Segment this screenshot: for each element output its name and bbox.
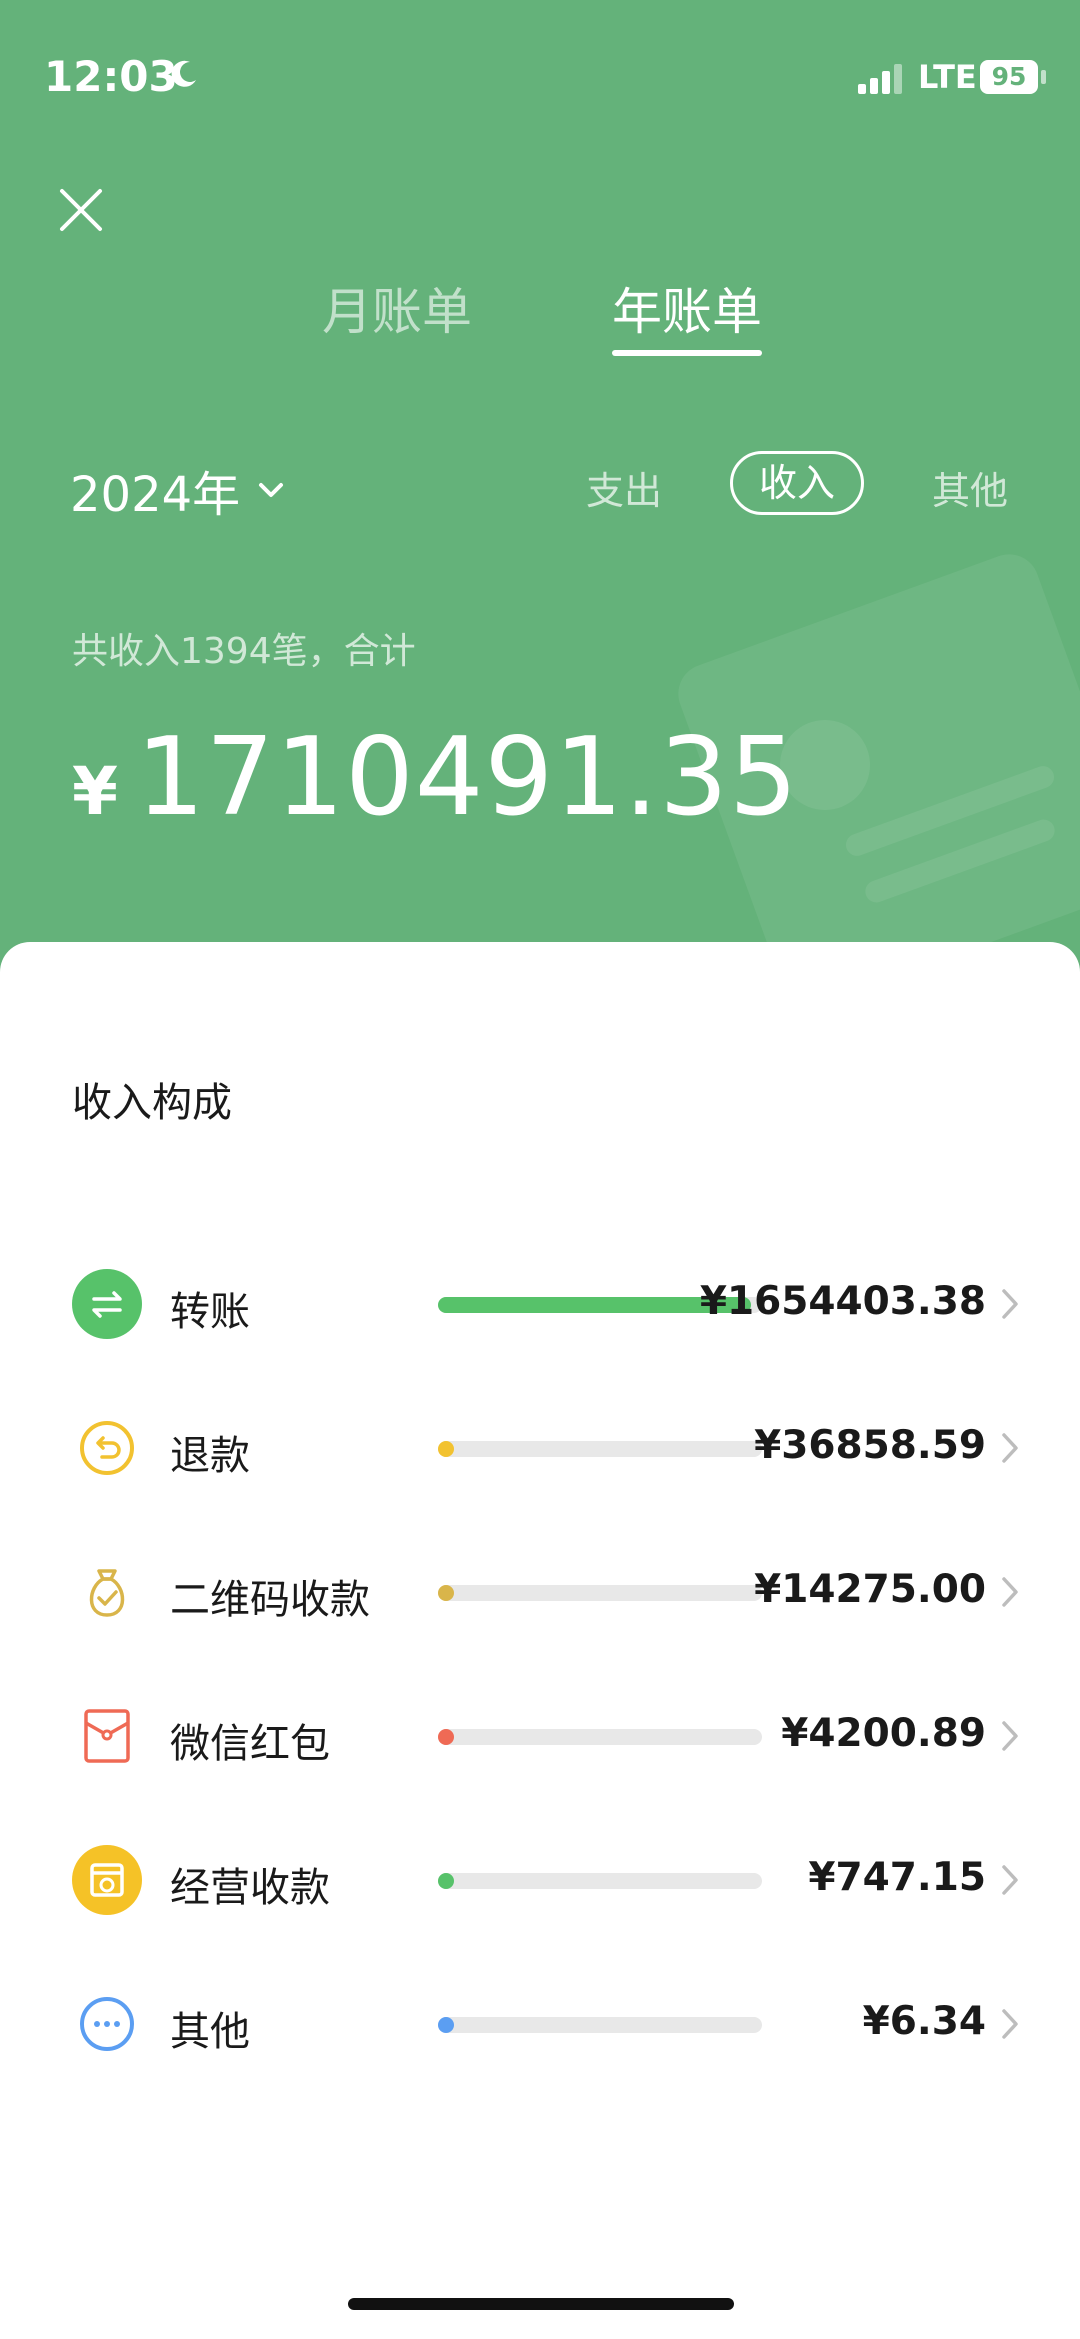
close-icon[interactable] (56, 185, 106, 235)
store-icon (72, 1845, 142, 1915)
home-indicator (348, 2298, 734, 2310)
year-picker[interactable]: 2024年 (70, 455, 286, 525)
item-amount: ¥6.34 (862, 1999, 986, 2044)
tab-monthly-bill[interactable]: 月账单 (322, 272, 472, 344)
progress-track (438, 1441, 762, 1457)
chevron-right-icon (1002, 2009, 1018, 2039)
section-title: 收入构成 (72, 1080, 232, 1126)
progress-track (438, 1729, 762, 1745)
progress-fill (438, 1729, 454, 1745)
tab-yearly-bill[interactable]: 年账单 (612, 272, 762, 344)
item-label: 二维码收款 (170, 1577, 370, 1623)
progress-track (438, 2017, 762, 2033)
active-tab-indicator (612, 350, 762, 356)
list-item-other[interactable]: 其他 ¥6.34 (0, 1969, 1080, 2079)
item-amount: ¥36858.59 (754, 1423, 986, 1468)
item-label: 其他 (170, 2009, 250, 2055)
chevron-down-icon (259, 483, 284, 497)
item-label: 经营收款 (170, 1865, 330, 1911)
status-bar: 12:03 LTE 95 (0, 0, 1080, 130)
list-item-qr-code-payment[interactable]: 二维码收款 ¥14275.00 (0, 1537, 1080, 1647)
progress-track (438, 1873, 762, 1889)
chevron-right-icon (1002, 1577, 1018, 1607)
progress-fill (438, 1873, 454, 1889)
item-amount: ¥4200.89 (781, 1711, 986, 1756)
progress-track (438, 1585, 762, 1601)
chevron-right-icon (1002, 1721, 1018, 1751)
item-label: 转账 (170, 1289, 250, 1335)
income-summary-text: 共收入1394笔，合计 (72, 631, 416, 672)
status-time: 12:03 (44, 52, 178, 101)
item-amount: ¥14275.00 (754, 1567, 986, 1612)
year-picker-label: 2024年 (70, 467, 241, 523)
currency-symbol: ¥ (72, 753, 118, 830)
item-amount: ¥1654403.38 (699, 1279, 986, 1324)
filter-income[interactable]: 收入 (730, 451, 864, 515)
battery-icon: 95 (980, 60, 1038, 94)
battery-tip (1041, 70, 1046, 84)
list-item-business-payment[interactable]: 经营收款 ¥747.15 (0, 1825, 1080, 1935)
chevron-right-icon (1002, 1433, 1018, 1463)
refund-icon (80, 1421, 134, 1475)
filter-expense[interactable]: 支出 (586, 460, 662, 515)
moon-icon (171, 60, 196, 87)
money-bag-icon (89, 1569, 125, 1617)
item-label: 退款 (170, 1433, 250, 1479)
header: 12:03 LTE 95 月账单 年账单 2024年 支出 收入 其他 共收入1… (0, 0, 1080, 1000)
list-item-refund[interactable]: 退款 ¥36858.59 (0, 1393, 1080, 1503)
progress-fill (438, 1441, 454, 1457)
list-item-transfer[interactable]: 转账 ¥1654403.38 (0, 1249, 1080, 1359)
filter-other[interactable]: 其他 (932, 460, 1008, 515)
progress-fill (438, 1585, 454, 1601)
chevron-right-icon (1002, 1289, 1018, 1319)
total-amount: 1710491.35 (135, 715, 799, 840)
network-type: LTE (918, 58, 977, 96)
item-amount: ¥747.15 (808, 1855, 986, 1900)
item-label: 微信红包 (170, 1721, 330, 1767)
total-income: ¥ 1710491.35 (72, 715, 799, 840)
red-envelope-icon (84, 1709, 130, 1763)
chevron-right-icon (1002, 1865, 1018, 1895)
signal-icon (858, 64, 902, 94)
income-composition-sheet: 收入构成 转账 ¥1654403.38 退款 ¥36858.59 二维码收款 ¥ (0, 942, 1080, 2339)
list-item-red-envelope[interactable]: 微信红包 ¥4200.89 (0, 1681, 1080, 1791)
more-icon (80, 1997, 134, 2051)
progress-fill (438, 2017, 454, 2033)
transfer-icon (72, 1269, 142, 1339)
